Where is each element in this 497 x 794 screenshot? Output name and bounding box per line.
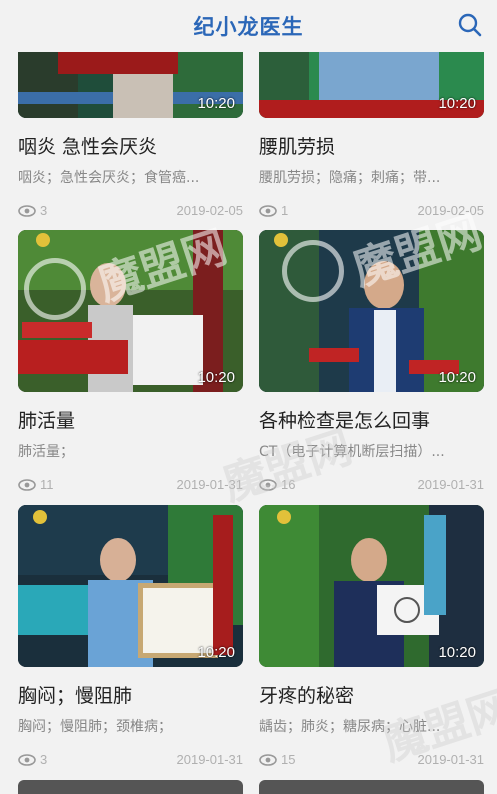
view-count: 11	[40, 477, 54, 492]
app-header: 纪小龙医生	[0, 0, 497, 52]
publish-date: 2019-02-05	[176, 203, 244, 218]
view-count: 16	[281, 477, 296, 492]
video-description: 龋齿；肺炎；糖尿病；心脏...	[259, 719, 441, 735]
video-description: 腰肌劳损；隐痛；刺痛；带...	[259, 170, 441, 186]
video-meta: 15 2019-01-31	[259, 752, 484, 770]
video-duration: 10:20	[197, 644, 235, 661]
view-count: 3	[40, 752, 48, 767]
view-count: 1	[281, 203, 289, 218]
video-card[interactable]: 10:20 胸闷；慢阻肺 胸闷；慢阻肺；颈椎病； 3 2019-01-31	[18, 505, 243, 770]
video-title[interactable]: 牙疼的秘密	[259, 681, 484, 708]
video-title[interactable]: 各种检查是怎么回事	[259, 406, 484, 433]
video-description: 胸闷；慢阻肺；颈椎病；	[18, 719, 172, 735]
publish-date: 2019-01-31	[417, 477, 485, 492]
next-card-thumbnail-peek[interactable]	[259, 780, 484, 794]
video-meta: 16 2019-01-31	[259, 477, 484, 495]
view-count: 3	[40, 203, 48, 218]
video-thumbnail[interactable]: 10:20	[259, 505, 484, 667]
view-count: 15	[281, 752, 296, 767]
video-meta: 3 2019-02-05	[18, 203, 243, 221]
publish-date: 2019-01-31	[417, 752, 485, 767]
search-icon[interactable]	[457, 12, 483, 38]
video-meta: 1 2019-02-05	[259, 203, 484, 221]
eye-icon	[259, 479, 277, 491]
video-duration: 10:20	[197, 369, 235, 386]
eye-icon	[18, 479, 36, 491]
publish-date: 2019-02-05	[417, 203, 485, 218]
video-duration: 10:20	[438, 369, 476, 386]
video-duration: 10:20	[438, 644, 476, 661]
video-description: CT（电子计算机断层扫描）...	[259, 444, 445, 460]
video-thumbnail[interactable]: 10:20	[18, 52, 243, 118]
app-screen: 10:20 咽炎 急性会厌炎 咽炎；急性会厌炎；食管癌... 3 2019-02…	[0, 0, 497, 794]
page-title: 纪小龙医生	[193, 15, 304, 39]
video-card[interactable]: 10:20 腰肌劳损 腰肌劳损；隐痛；刺痛；带... 1 2019-02-05	[259, 52, 484, 221]
video-meta: 3 2019-01-31	[18, 752, 243, 770]
eye-icon	[259, 754, 277, 766]
video-thumbnail[interactable]: 10:20	[18, 505, 243, 667]
video-duration: 10:20	[438, 95, 476, 112]
eye-icon	[18, 754, 36, 766]
watermark-logo	[282, 240, 344, 302]
next-card-thumbnail-peek[interactable]	[18, 780, 243, 794]
video-title[interactable]: 肺活量	[18, 406, 243, 433]
video-title[interactable]: 腰肌劳损	[259, 132, 484, 159]
publish-date: 2019-01-31	[176, 752, 244, 767]
thumbnail-image	[259, 505, 484, 667]
video-thumbnail[interactable]: 10:20	[259, 52, 484, 118]
eye-icon	[18, 205, 36, 217]
video-title[interactable]: 咽炎 急性会厌炎	[18, 132, 243, 159]
video-card[interactable]: 10:20 牙疼的秘密 龋齿；肺炎；糖尿病；心脏... 15 2019-01-3…	[259, 505, 484, 770]
eye-icon	[259, 205, 277, 217]
watermark-logo	[24, 258, 86, 320]
video-meta: 11 2019-01-31	[18, 477, 243, 495]
video-grid: 10:20 咽炎 急性会厌炎 咽炎；急性会厌炎；食管癌... 3 2019-02…	[0, 0, 497, 794]
video-description: 肺活量；	[18, 444, 74, 460]
thumbnail-image	[18, 505, 243, 667]
video-card[interactable]: 10:20 咽炎 急性会厌炎 咽炎；急性会厌炎；食管癌... 3 2019-02…	[18, 52, 243, 221]
video-description: 咽炎；急性会厌炎；食管癌...	[18, 170, 200, 186]
publish-date: 2019-01-31	[176, 477, 244, 492]
video-duration: 10:20	[197, 95, 235, 112]
video-title[interactable]: 胸闷；慢阻肺	[18, 681, 243, 708]
